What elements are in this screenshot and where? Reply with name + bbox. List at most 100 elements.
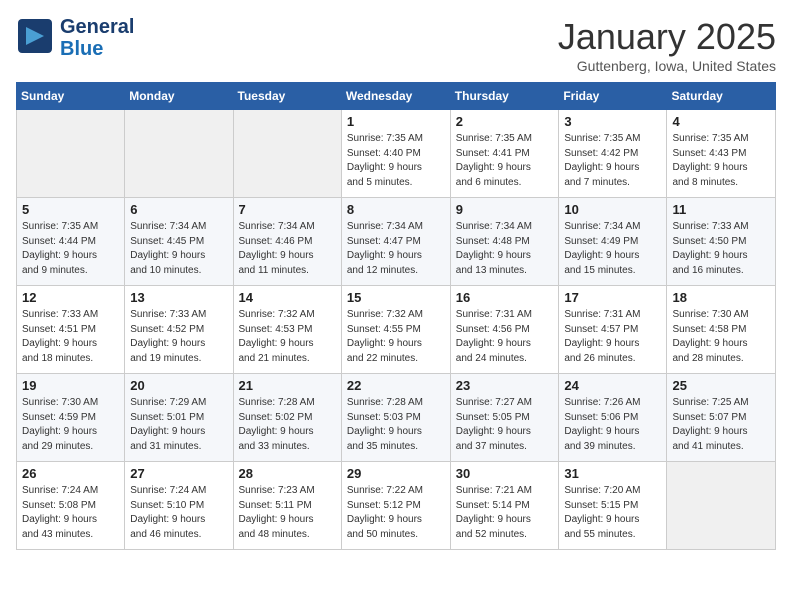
calendar-cell: 5Sunrise: 7:35 AM Sunset: 4:44 PM Daylig…: [17, 198, 125, 286]
calendar-cell: [667, 462, 776, 550]
calendar-cell: 18 Sunrise: 7:30 AM Sunset: 4:58 PM Dayli…: [667, 286, 776, 374]
day-info: Sunrise: 7:35 AM Sunset: 4:41 PM Dayligh…: [456, 132, 554, 190]
day-number: 3: [564, 114, 661, 129]
calendar-cell: 29 Sunrise: 7:22 AM Sunset: 5:12 PM Dayli…: [341, 462, 450, 550]
day-info: Sunrise: 7:21 AM Sunset: 5:14 PM Dayligh…: [456, 484, 554, 542]
day-info: Sunrise: 7:33 AM Sunset: 4:51 PM Dayligh…: [22, 308, 119, 366]
day-info: Sunrise: 7:35 AM Sunset: 4:40 PM Dayligh…: [347, 132, 445, 190]
calendar-week-row: 26 Sunrise: 7:24 AM Sunset: 5:08 PM Dayli…: [17, 462, 776, 550]
column-header-wednesday: Wednesday: [341, 83, 450, 110]
day-info: Sunrise: 7:28 AM Sunset: 5:02 PM Dayligh…: [239, 396, 336, 454]
day-info: Sunrise: 7:34 AM Sunset: 4:46 PM Dayligh…: [239, 220, 336, 278]
calendar-cell: 21 Sunrise: 7:28 AM Sunset: 5:02 PM Dayli…: [233, 374, 341, 462]
day-info: Sunrise: 7:33 AM Sunset: 4:52 PM Dayligh…: [130, 308, 227, 366]
day-info: Sunrise: 7:24 AM Sunset: 5:08 PM Dayligh…: [22, 484, 119, 542]
calendar-cell: 6Sunrise: 7:34 AM Sunset: 4:45 PM Daylig…: [125, 198, 233, 286]
day-number: 20: [130, 378, 227, 393]
day-number: 18: [672, 290, 770, 305]
day-info: Sunrise: 7:23 AM Sunset: 5:11 PM Dayligh…: [239, 484, 336, 542]
column-header-tuesday: Tuesday: [233, 83, 341, 110]
day-number: 21: [239, 378, 336, 393]
column-header-sunday: Sunday: [17, 83, 125, 110]
day-number: 12: [22, 290, 119, 305]
day-info: Sunrise: 7:27 AM Sunset: 5:05 PM Dayligh…: [456, 396, 554, 454]
calendar-header-row: SundayMondayTuesdayWednesdayThursdayFrid…: [17, 83, 776, 110]
location: Guttenberg, Iowa, United States: [558, 58, 776, 74]
calendar-table: SundayMondayTuesdayWednesdayThursdayFrid…: [16, 82, 776, 550]
day-number: 14: [239, 290, 336, 305]
day-info: Sunrise: 7:20 AM Sunset: 5:15 PM Dayligh…: [564, 484, 661, 542]
column-header-friday: Friday: [559, 83, 667, 110]
calendar-cell: 23 Sunrise: 7:27 AM Sunset: 5:05 PM Dayli…: [450, 374, 559, 462]
calendar-cell: 22Sunrise: 7:28 AM Sunset: 5:03 PM Dayli…: [341, 374, 450, 462]
logo-line1: General: [60, 16, 134, 38]
month-title: January 2025: [558, 16, 776, 58]
day-number: 1: [347, 114, 445, 129]
calendar-cell: [233, 110, 341, 198]
day-info: Sunrise: 7:22 AM Sunset: 5:12 PM Dayligh…: [347, 484, 445, 542]
day-info: Sunrise: 7:24 AM Sunset: 5:10 PM Dayligh…: [130, 484, 227, 542]
day-number: 2: [456, 114, 554, 129]
day-info: Sunrise: 7:29 AM Sunset: 5:01 PM Dayligh…: [130, 396, 227, 454]
calendar-cell: 16 Sunrise: 7:31 AM Sunset: 4:56 PM Dayli…: [450, 286, 559, 374]
day-number: 5: [22, 202, 119, 217]
logo-icon: [16, 17, 54, 60]
day-number: 30: [456, 466, 554, 481]
calendar-cell: 12 Sunrise: 7:33 AM Sunset: 4:51 PM Dayli…: [17, 286, 125, 374]
day-number: 13: [130, 290, 227, 305]
calendar-cell: 11 Sunrise: 7:33 AM Sunset: 4:50 PM Dayli…: [667, 198, 776, 286]
column-header-saturday: Saturday: [667, 83, 776, 110]
calendar-cell: 7 Sunrise: 7:34 AM Sunset: 4:46 PM Daylig…: [233, 198, 341, 286]
day-info: Sunrise: 7:32 AM Sunset: 4:55 PM Dayligh…: [347, 308, 445, 366]
day-info: Sunrise: 7:31 AM Sunset: 4:56 PM Dayligh…: [456, 308, 554, 366]
calendar-week-row: 12 Sunrise: 7:33 AM Sunset: 4:51 PM Dayli…: [17, 286, 776, 374]
day-number: 11: [672, 202, 770, 217]
logo: General Blue: [16, 16, 134, 60]
calendar-cell: 26 Sunrise: 7:24 AM Sunset: 5:08 PM Dayli…: [17, 462, 125, 550]
column-header-monday: Monday: [125, 83, 233, 110]
day-number: 29: [347, 466, 445, 481]
calendar-cell: 20 Sunrise: 7:29 AM Sunset: 5:01 PM Dayli…: [125, 374, 233, 462]
calendar-cell: 15 Sunrise: 7:32 AM Sunset: 4:55 PM Dayli…: [341, 286, 450, 374]
day-info: Sunrise: 7:35 AM Sunset: 4:43 PM Dayligh…: [672, 132, 770, 190]
calendar-week-row: 5Sunrise: 7:35 AM Sunset: 4:44 PM Daylig…: [17, 198, 776, 286]
calendar-cell: 10Sunrise: 7:34 AM Sunset: 4:49 PM Dayli…: [559, 198, 667, 286]
column-header-thursday: Thursday: [450, 83, 559, 110]
day-info: Sunrise: 7:34 AM Sunset: 4:45 PM Dayligh…: [130, 220, 227, 278]
day-number: 24: [564, 378, 661, 393]
day-number: 9: [456, 202, 554, 217]
day-info: Sunrise: 7:31 AM Sunset: 4:57 PM Dayligh…: [564, 308, 661, 366]
calendar-cell: 30 Sunrise: 7:21 AM Sunset: 5:14 PM Dayli…: [450, 462, 559, 550]
day-info: Sunrise: 7:33 AM Sunset: 4:50 PM Dayligh…: [672, 220, 770, 278]
day-number: 19: [22, 378, 119, 393]
day-number: 25: [672, 378, 770, 393]
calendar-cell: 27 Sunrise: 7:24 AM Sunset: 5:10 PM Dayli…: [125, 462, 233, 550]
day-info: Sunrise: 7:30 AM Sunset: 4:59 PM Dayligh…: [22, 396, 119, 454]
calendar-cell: 19 Sunrise: 7:30 AM Sunset: 4:59 PM Dayli…: [17, 374, 125, 462]
day-info: Sunrise: 7:34 AM Sunset: 4:49 PM Dayligh…: [564, 220, 661, 278]
day-number: 26: [22, 466, 119, 481]
calendar-cell: 24 Sunrise: 7:26 AM Sunset: 5:06 PM Dayli…: [559, 374, 667, 462]
day-number: 27: [130, 466, 227, 481]
calendar-cell: 17 Sunrise: 7:31 AM Sunset: 4:57 PM Dayli…: [559, 286, 667, 374]
day-number: 17: [564, 290, 661, 305]
calendar-cell: [125, 110, 233, 198]
page-header: General Blue January 2025 Guttenberg, Io…: [16, 16, 776, 74]
calendar-cell: 13 Sunrise: 7:33 AM Sunset: 4:52 PM Dayli…: [125, 286, 233, 374]
calendar-cell: 3 Sunrise: 7:35 AM Sunset: 4:42 PM Daylig…: [559, 110, 667, 198]
calendar-cell: 14Sunrise: 7:32 AM Sunset: 4:53 PM Dayli…: [233, 286, 341, 374]
calendar-cell: 8Sunrise: 7:34 AM Sunset: 4:47 PM Daylig…: [341, 198, 450, 286]
day-number: 28: [239, 466, 336, 481]
day-info: Sunrise: 7:26 AM Sunset: 5:06 PM Dayligh…: [564, 396, 661, 454]
day-number: 8: [347, 202, 445, 217]
calendar-cell: 31Sunrise: 7:20 AM Sunset: 5:15 PM Dayli…: [559, 462, 667, 550]
day-number: 7: [239, 202, 336, 217]
day-info: Sunrise: 7:35 AM Sunset: 4:42 PM Dayligh…: [564, 132, 661, 190]
day-number: 15: [347, 290, 445, 305]
day-number: 23: [456, 378, 554, 393]
day-info: Sunrise: 7:30 AM Sunset: 4:58 PM Dayligh…: [672, 308, 770, 366]
calendar-week-row: 19 Sunrise: 7:30 AM Sunset: 4:59 PM Dayli…: [17, 374, 776, 462]
calendar-cell: 28 Sunrise: 7:23 AM Sunset: 5:11 PM Dayli…: [233, 462, 341, 550]
day-number: 16: [456, 290, 554, 305]
calendar-week-row: 1 Sunrise: 7:35 AM Sunset: 4:40 PM Daylig…: [17, 110, 776, 198]
